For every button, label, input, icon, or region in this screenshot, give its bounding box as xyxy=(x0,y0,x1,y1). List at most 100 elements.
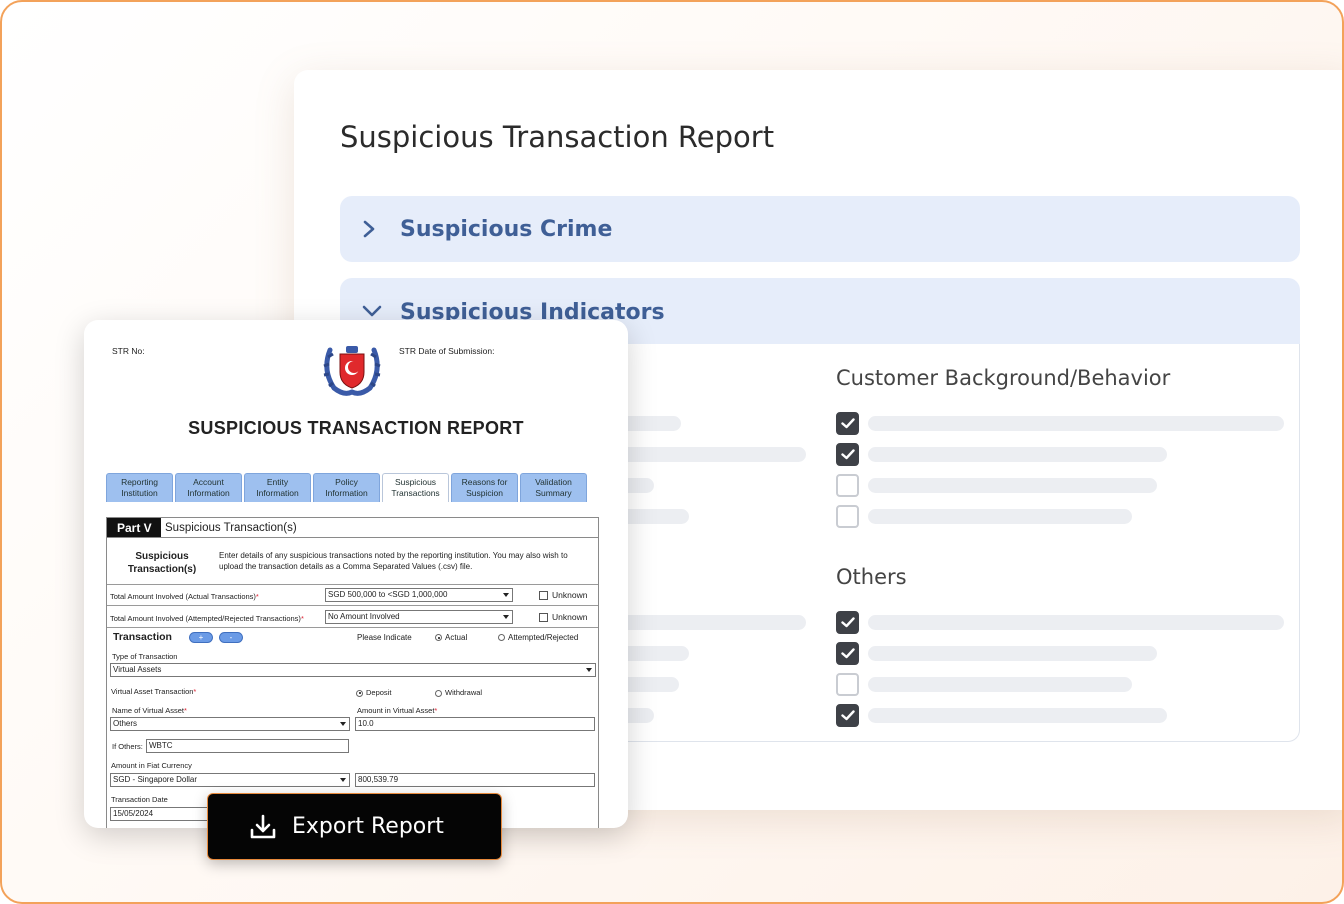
type-of-transaction-select[interactable]: Virtual Assets xyxy=(110,663,596,677)
withdrawal-radio[interactable]: Withdrawal xyxy=(435,688,482,697)
va-amount-label: Amount in Virtual Asset* xyxy=(357,706,438,715)
va-name-label: Name of Virtual Asset* xyxy=(112,706,187,715)
attempted-radio[interactable]: Attempted/Rejected xyxy=(498,633,578,642)
group-title-others: Others xyxy=(836,565,907,589)
tab-label: Reasons for xyxy=(461,477,508,487)
total-attempted-label: Total Amount Involved (Attempted/Rejecte… xyxy=(110,614,304,623)
actual-radio[interactable]: Actual xyxy=(435,633,467,642)
tab-label: Reporting xyxy=(121,477,158,487)
radio-label: Attempted/Rejected xyxy=(508,633,579,642)
radio-icon xyxy=(435,634,442,642)
chevron-down-icon xyxy=(362,304,384,318)
transaction-date-input[interactable]: 15/05/2024 xyxy=(110,807,210,821)
tab-label: Account xyxy=(193,477,224,487)
str-date-label: STR Date of Submission: xyxy=(399,346,495,356)
accordion-label: Suspicious Crime xyxy=(400,216,613,242)
transaction-label: Transaction xyxy=(113,631,172,643)
section-heading-line: Suspicious xyxy=(135,551,189,562)
transaction-date-label: Transaction Date xyxy=(111,795,168,804)
va-amount-input[interactable]: 10.0 xyxy=(355,717,595,731)
tab-label: Transactions xyxy=(391,488,440,498)
part-label: Part V xyxy=(107,518,161,537)
va-transaction-label: Virtual Asset Transaction* xyxy=(111,687,197,696)
label-text: Amount in Virtual Asset xyxy=(357,706,435,715)
form-title: SUSPICIOUS TRANSACTION REPORT xyxy=(188,418,524,438)
radio-label: Deposit xyxy=(366,688,392,697)
placeholder-bar xyxy=(868,708,1167,723)
deposit-radio[interactable]: Deposit xyxy=(356,688,391,697)
check-row xyxy=(836,474,1157,497)
placeholder-bar xyxy=(868,478,1157,493)
accordion-suspicious-crime[interactable]: Suspicious Crime xyxy=(340,196,1300,262)
remove-transaction-button[interactable]: - xyxy=(219,632,243,643)
dropdown-arrow-icon xyxy=(340,778,346,782)
checkbox[interactable] xyxy=(836,673,859,696)
check-row xyxy=(836,443,1167,466)
tab-entity-information[interactable]: Entity Information xyxy=(244,473,311,502)
divider xyxy=(107,627,598,628)
type-of-transaction-label: Type of Transaction xyxy=(112,652,178,661)
radio-icon xyxy=(435,689,442,697)
placeholder-bar xyxy=(868,615,1284,630)
form-tabs: Reporting Institution Account Information … xyxy=(106,473,587,502)
if-others-input[interactable]: WBTC xyxy=(146,739,349,753)
download-icon xyxy=(250,814,276,838)
tab-label: Summary xyxy=(535,488,572,498)
fiat-currency-select[interactable]: SGD - Singapore Dollar xyxy=(110,773,350,787)
placeholder-bar xyxy=(868,646,1157,661)
total-actual-select[interactable]: SGD 500,000 to <SGD 1,000,000 xyxy=(325,588,513,602)
checkbox[interactable] xyxy=(836,704,859,727)
tab-label: Information xyxy=(187,488,230,498)
radio-icon xyxy=(498,634,505,642)
form-section: Part V Suspicious Transaction(s) Suspici… xyxy=(106,517,599,828)
tab-account-information[interactable]: Account Information xyxy=(175,473,242,502)
tab-validation-summary[interactable]: Validation Summary xyxy=(520,473,587,502)
radio-icon xyxy=(356,689,363,697)
select-value: SGD - Singapore Dollar xyxy=(113,775,198,784)
checkbox-icon xyxy=(539,613,548,623)
radio-label: Withdrawal xyxy=(445,688,483,697)
background-frame: Suspicious Transaction Report Suspicious… xyxy=(0,0,1344,904)
tab-reasons-for-suspicion[interactable]: Reasons for Suspicion xyxy=(451,473,518,502)
dropdown-arrow-icon xyxy=(586,668,592,672)
tab-reporting-institution[interactable]: Reporting Institution xyxy=(106,473,173,502)
checkbox[interactable] xyxy=(836,611,859,634)
total-actual-label: Total Amount Involved (Actual Transactio… xyxy=(110,592,259,601)
tab-label: Information xyxy=(325,488,368,498)
export-report-button[interactable]: Export Report xyxy=(207,793,502,860)
tab-label: Entity xyxy=(266,477,289,487)
checkbox[interactable] xyxy=(836,443,859,466)
fiat-amount-input[interactable]: 800,539.79 xyxy=(355,773,595,787)
add-transaction-button[interactable]: + xyxy=(189,632,213,643)
va-name-select[interactable]: Others xyxy=(110,717,350,731)
placeholder-bar xyxy=(868,677,1132,692)
tab-label: Information xyxy=(256,488,299,498)
checkbox[interactable] xyxy=(836,642,859,665)
label-text: Total Amount Involved (Actual Transactio… xyxy=(110,592,256,601)
total-attempted-select[interactable]: No Amount Involved xyxy=(325,610,513,624)
check-row xyxy=(836,412,1284,435)
checkbox-icon xyxy=(539,591,548,601)
unknown-checkbox-actual[interactable]: Unknown xyxy=(539,590,588,601)
checkbox-label: Unknown xyxy=(552,590,588,600)
police-crest-logo xyxy=(320,342,384,398)
please-indicate-label: Please Indicate xyxy=(357,633,412,642)
part-header: Part V Suspicious Transaction(s) xyxy=(107,518,598,538)
checkbox[interactable] xyxy=(836,474,859,497)
str-form-card: STR No: STR Date of Submission: SUSPICIO… xyxy=(84,320,628,828)
checkbox[interactable] xyxy=(836,505,859,528)
placeholder-bar xyxy=(868,447,1167,462)
tab-label: Suspicion xyxy=(466,488,503,498)
tab-suspicious-transactions[interactable]: Suspicious Transactions xyxy=(382,473,449,502)
label-text: Total Amount Involved (Attempted/Rejecte… xyxy=(110,614,301,623)
select-value: Virtual Assets xyxy=(113,665,162,674)
check-row xyxy=(836,642,1157,665)
group-title-customer: Customer Background/Behavior xyxy=(836,366,1171,390)
checkbox[interactable] xyxy=(836,412,859,435)
divider xyxy=(107,605,598,606)
tab-policy-information[interactable]: Policy Information xyxy=(313,473,380,502)
tab-label: Policy xyxy=(335,477,358,487)
unknown-checkbox-attempted[interactable]: Unknown xyxy=(539,612,587,623)
if-others-label: If Others: xyxy=(112,742,143,751)
export-label: Export Report xyxy=(292,814,444,839)
